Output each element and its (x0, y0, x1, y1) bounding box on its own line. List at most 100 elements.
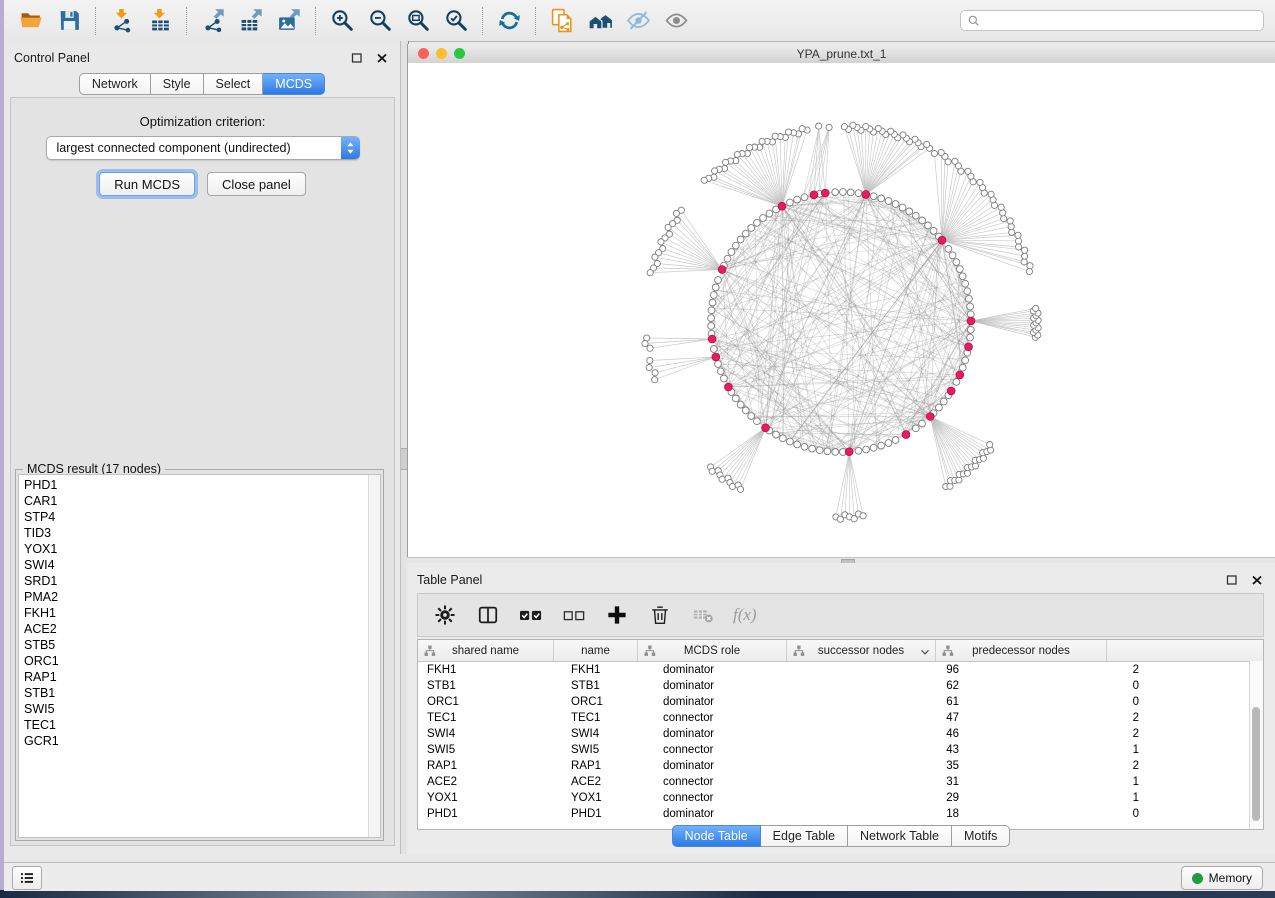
table-scrollbar-thumb[interactable] (1252, 707, 1260, 821)
mcds-result-item[interactable]: TID3 (19, 525, 380, 541)
run-mcds-button[interactable]: Run MCDS (99, 172, 195, 196)
mcds-result-item[interactable]: ORC1 (19, 653, 380, 669)
table-row[interactable]: SWI5SWI5connector431 (418, 742, 1263, 758)
cell-mcds-role[interactable]: dominator (654, 694, 811, 710)
mcds-result-item[interactable]: YOX1 (19, 541, 380, 557)
cell-name[interactable]: FKH1 (562, 662, 654, 678)
cell-shared-name[interactable]: ORC1 (418, 694, 562, 710)
tab-edge-table[interactable]: Edge Table (761, 825, 848, 847)
import-table-button[interactable] (141, 5, 179, 37)
deselect-all-checkboxes-button[interactable] (561, 602, 587, 628)
cell-successor-nodes[interactable]: 61 (811, 694, 969, 710)
mcds-result-item[interactable]: STB1 (19, 685, 380, 701)
cell-predecessor-nodes[interactable]: 1 (969, 790, 1149, 806)
cell-successor-nodes[interactable]: 31 (811, 774, 969, 790)
mcds-result-item[interactable]: STP4 (19, 509, 380, 525)
tab-network-table[interactable]: Network Table (848, 825, 952, 847)
zoom-selected-button[interactable] (437, 5, 475, 37)
mcds-result-item[interactable]: PMA2 (19, 589, 380, 605)
cell-shared-name[interactable]: ACE2 (418, 774, 562, 790)
cell-predecessor-nodes[interactable]: 2 (969, 758, 1149, 774)
cell-predecessor-nodes[interactable]: 2 (969, 710, 1149, 726)
cell-mcds-role[interactable]: dominator (654, 726, 811, 742)
table-row[interactable]: ORC1ORC1dominator610 (418, 694, 1263, 710)
cell-name[interactable]: ACE2 (562, 774, 654, 790)
mcds-result-item[interactable]: TEC1 (19, 717, 380, 733)
mcds-result-item[interactable]: FKH1 (19, 605, 380, 621)
column-header-predecessor-nodes[interactable]: predecessor nodes (936, 640, 1107, 661)
cell-name[interactable]: PHD1 (562, 806, 654, 822)
cell-shared-name[interactable]: STB1 (418, 678, 562, 694)
cell-name[interactable]: SWI4 (562, 726, 654, 742)
network-window-titlebar[interactable]: YPA_prune.txt_1 (407, 44, 1275, 64)
cell-predecessor-nodes[interactable]: 0 (969, 694, 1149, 710)
tab-select[interactable]: Select (204, 73, 264, 95)
tab-style[interactable]: Style (151, 73, 204, 95)
cell-shared-name[interactable]: SWI4 (418, 726, 562, 742)
cell-mcds-role[interactable]: connector (654, 774, 811, 790)
cell-mcds-role[interactable]: connector (654, 710, 811, 726)
table-row[interactable]: RAP1RAP1dominator352 (418, 758, 1263, 774)
cell-successor-nodes[interactable]: 29 (811, 790, 969, 806)
optimization-criterion-dropdown[interactable]: largest connected component (undirected) (46, 136, 360, 160)
search-box[interactable] (960, 10, 1264, 31)
mcds-result-item[interactable]: ACE2 (19, 621, 380, 637)
show-all-button[interactable] (657, 5, 695, 37)
mcds-result-item[interactable]: CAR1 (19, 493, 380, 509)
export-network-button[interactable] (194, 5, 232, 37)
cell-shared-name[interactable]: FKH1 (418, 662, 562, 678)
cell-shared-name[interactable]: PHD1 (418, 806, 562, 822)
cell-mcds-role[interactable]: dominator (654, 758, 811, 774)
cell-mcds-role[interactable]: dominator (654, 662, 811, 678)
cell-successor-nodes[interactable]: 47 (811, 710, 969, 726)
close-panel-button[interactable]: Close panel (207, 172, 306, 196)
mcds-result-item[interactable]: SRD1 (19, 573, 380, 589)
open-file-button[interactable] (12, 5, 50, 37)
table-row[interactable]: PHD1PHD1dominator180 (418, 806, 1263, 822)
cell-shared-name[interactable]: YOX1 (418, 790, 562, 806)
zoom-out-button[interactable] (361, 5, 399, 37)
chevron-down-icon[interactable] (920, 647, 930, 655)
cell-mcds-role[interactable]: connector (654, 790, 811, 806)
mcds-result-item[interactable]: SWI4 (19, 557, 380, 573)
table-scrollbar[interactable] (1249, 661, 1263, 829)
cell-name[interactable]: YOX1 (562, 790, 654, 806)
table-row[interactable]: FKH1FKH1dominator962 (418, 662, 1263, 678)
export-table-button[interactable] (232, 5, 270, 37)
table-row[interactable]: TEC1TEC1connector472 (418, 710, 1263, 726)
memory-button[interactable]: Memory (1181, 866, 1263, 890)
cell-successor-nodes[interactable]: 18 (811, 806, 969, 822)
window-close-button[interactable] (418, 48, 429, 59)
window-minimize-button[interactable] (436, 48, 447, 59)
table-row[interactable]: SWI4SWI4dominator462 (418, 726, 1263, 742)
duplicate-network-button[interactable] (543, 5, 581, 37)
mcds-result-item[interactable]: STB5 (19, 637, 380, 653)
mcds-result-item[interactable]: PHD1 (19, 475, 380, 493)
cell-predecessor-nodes[interactable]: 1 (969, 742, 1149, 758)
tab-network[interactable]: Network (79, 73, 151, 95)
cell-shared-name[interactable]: TEC1 (418, 710, 562, 726)
close-panel-icon[interactable] (375, 52, 388, 65)
cell-mcds-role[interactable]: connector (654, 742, 811, 758)
cell-successor-nodes[interactable]: 62 (811, 678, 969, 694)
cell-predecessor-nodes[interactable]: 0 (969, 806, 1149, 822)
cell-successor-nodes[interactable]: 96 (811, 662, 969, 678)
cell-predecessor-nodes[interactable]: 2 (969, 726, 1149, 742)
zoom-in-button[interactable] (323, 5, 361, 37)
window-zoom-button[interactable] (454, 48, 465, 59)
export-image-button[interactable] (270, 5, 308, 37)
cell-mcds-role[interactable]: dominator (654, 806, 811, 822)
save-session-button[interactable] (50, 5, 88, 37)
network-canvas[interactable] (407, 63, 1275, 557)
first-neighbors-button[interactable] (581, 5, 619, 37)
search-input[interactable] (986, 13, 1257, 29)
tab-motifs[interactable]: Motifs (952, 825, 1010, 847)
add-column-button[interactable] (604, 602, 630, 628)
cell-successor-nodes[interactable]: 46 (811, 726, 969, 742)
select-all-checkboxes-button[interactable] (518, 602, 544, 628)
column-header-name[interactable]: name (554, 640, 638, 661)
cell-successor-nodes[interactable]: 43 (811, 742, 969, 758)
settings-gear-button[interactable] (432, 602, 458, 628)
cell-shared-name[interactable]: RAP1 (418, 758, 562, 774)
cell-predecessor-nodes[interactable]: 2 (969, 662, 1149, 678)
